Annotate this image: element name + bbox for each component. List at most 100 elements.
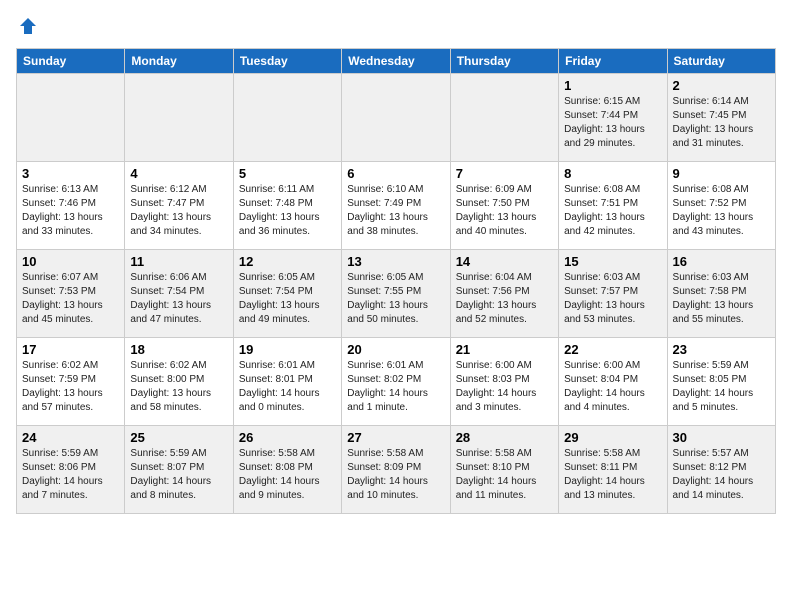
calendar-cell-3-2: 11Sunrise: 6:06 AM Sunset: 7:54 PM Dayli… bbox=[125, 250, 233, 338]
day-number: 24 bbox=[22, 430, 119, 445]
cell-text: Sunrise: 6:03 AM Sunset: 7:57 PM Dayligh… bbox=[564, 271, 661, 327]
week-row-3: 10 Sunrise: 6:07 AM Sunset: 7:53 PM Dayli… bbox=[17, 250, 776, 338]
day-number: 3 bbox=[22, 166, 119, 181]
cell-text: Sunrise: 6:14 AM Sunset: 7:45 PM Dayligh… bbox=[673, 95, 770, 151]
calendar-cell-2-1: 3 Sunrise: 6:13 AM Sunset: 7:46 PM Daylig… bbox=[17, 162, 125, 250]
logo bbox=[16, 16, 38, 36]
calendar-cell-2-2: 4 Sunrise: 6:12 AM Sunset: 7:47 PM Daylig… bbox=[125, 162, 233, 250]
calendar-cell-3-6: 15 Sunrise: 6:03 AM Sunset: 7:57 PM Dayli… bbox=[559, 250, 667, 338]
calendar-cell-2-4: 6Sunrise: 6:10 AM Sunset: 7:49 PM Daylig… bbox=[342, 162, 450, 250]
day-number: 15 bbox=[564, 254, 661, 269]
cell-text: Sunrise: 6:15 AM Sunset: 7:44 PM Dayligh… bbox=[564, 95, 661, 151]
calendar-cell-4-3: 19 Sunrise: 6:01 AM Sunset: 8:01 PM Dayli… bbox=[233, 338, 341, 426]
cell-text: Sunrise: 6:13 AM Sunset: 7:46 PM Dayligh… bbox=[22, 183, 119, 239]
day-number: 9 bbox=[673, 166, 770, 181]
day-number: 12 bbox=[239, 254, 336, 269]
cell-text: Sunrise: 6:07 AM Sunset: 7:53 PM Dayligh… bbox=[22, 271, 119, 327]
day-number: 23 bbox=[673, 342, 770, 357]
calendar-cell-4-6: 22 Sunrise: 6:00 AM Sunset: 8:04 PM Dayli… bbox=[559, 338, 667, 426]
calendar-cell-2-5: 7 Sunrise: 6:09 AM Sunset: 7:50 PM Daylig… bbox=[450, 162, 558, 250]
calendar-cell-5-3: 26 Sunrise: 5:58 AM Sunset: 8:08 PM Dayli… bbox=[233, 426, 341, 514]
calendar-cell-1-6: 1 Sunrise: 6:15 AM Sunset: 7:44 PM Daylig… bbox=[559, 74, 667, 162]
day-number: 22 bbox=[564, 342, 661, 357]
logo-icon bbox=[18, 16, 38, 36]
day-number: 30 bbox=[673, 430, 770, 445]
cell-text: Sunrise: 6:02 AM Sunset: 7:59 PM Dayligh… bbox=[22, 359, 119, 415]
day-number: 13 bbox=[347, 254, 444, 269]
weekday-header-friday: Friday bbox=[559, 49, 667, 74]
cell-text: Sunrise: 6:12 AM Sunset: 7:47 PM Dayligh… bbox=[130, 183, 227, 239]
calendar-cell-1-4 bbox=[342, 74, 450, 162]
cell-text: Sunrise: 6:00 AM Sunset: 8:04 PM Dayligh… bbox=[564, 359, 661, 415]
calendar-cell-3-3: 12 Sunrise: 6:05 AM Sunset: 7:54 PM Dayli… bbox=[233, 250, 341, 338]
cell-text: Sunrise: 5:58 AM Sunset: 8:11 PM Dayligh… bbox=[564, 447, 661, 503]
day-number: 20 bbox=[347, 342, 444, 357]
cell-text: Sunrise: 5:58 AM Sunset: 8:08 PM Dayligh… bbox=[239, 447, 336, 503]
weekday-header-row: SundayMondayTuesdayWednesdayThursdayFrid… bbox=[17, 49, 776, 74]
cell-text: Sunrise: 6:09 AM Sunset: 7:50 PM Dayligh… bbox=[456, 183, 553, 239]
day-number: 16 bbox=[673, 254, 770, 269]
calendar-cell-5-5: 28Sunrise: 5:58 AM Sunset: 8:10 PM Dayli… bbox=[450, 426, 558, 514]
day-number: 26 bbox=[239, 430, 336, 445]
day-number: 25 bbox=[130, 430, 227, 445]
day-number: 14 bbox=[456, 254, 553, 269]
weekday-header-saturday: Saturday bbox=[667, 49, 775, 74]
day-number: 4 bbox=[130, 166, 227, 181]
cell-text: Sunrise: 6:01 AM Sunset: 8:01 PM Dayligh… bbox=[239, 359, 336, 415]
day-number: 27 bbox=[347, 430, 444, 445]
calendar-cell-4-4: 20 Sunrise: 6:01 AM Sunset: 8:02 PM Dayli… bbox=[342, 338, 450, 426]
calendar-cell-5-1: 24Sunrise: 5:59 AM Sunset: 8:06 PM Dayli… bbox=[17, 426, 125, 514]
cell-text: Sunrise: 5:57 AM Sunset: 8:12 PM Dayligh… bbox=[673, 447, 770, 503]
week-row-4: 17 Sunrise: 6:02 AM Sunset: 7:59 PM Dayli… bbox=[17, 338, 776, 426]
day-number: 17 bbox=[22, 342, 119, 357]
calendar-cell-1-7: 2 Sunrise: 6:14 AM Sunset: 7:45 PM Daylig… bbox=[667, 74, 775, 162]
calendar-cell-5-2: 25 Sunrise: 5:59 AM Sunset: 8:07 PM Dayli… bbox=[125, 426, 233, 514]
weekday-header-monday: Monday bbox=[125, 49, 233, 74]
header bbox=[16, 16, 776, 36]
calendar-cell-4-5: 21Sunrise: 6:00 AM Sunset: 8:03 PM Dayli… bbox=[450, 338, 558, 426]
cell-text: Sunrise: 6:10 AM Sunset: 7:49 PM Dayligh… bbox=[347, 183, 444, 239]
day-number: 5 bbox=[239, 166, 336, 181]
calendar-cell-1-5 bbox=[450, 74, 558, 162]
cell-text: Sunrise: 6:01 AM Sunset: 8:02 PM Dayligh… bbox=[347, 359, 444, 415]
calendar-cell-3-5: 14 Sunrise: 6:04 AM Sunset: 7:56 PM Dayli… bbox=[450, 250, 558, 338]
weekday-header-tuesday: Tuesday bbox=[233, 49, 341, 74]
day-number: 10 bbox=[22, 254, 119, 269]
day-number: 21 bbox=[456, 342, 553, 357]
day-number: 1 bbox=[564, 78, 661, 93]
cell-text: Sunrise: 6:02 AM Sunset: 8:00 PM Dayligh… bbox=[130, 359, 227, 415]
calendar-cell-4-1: 17 Sunrise: 6:02 AM Sunset: 7:59 PM Dayli… bbox=[17, 338, 125, 426]
calendar-cell-1-3 bbox=[233, 74, 341, 162]
day-number: 11 bbox=[130, 254, 227, 269]
day-number: 7 bbox=[456, 166, 553, 181]
calendar-cell-3-1: 10 Sunrise: 6:07 AM Sunset: 7:53 PM Dayli… bbox=[17, 250, 125, 338]
cell-text: Sunrise: 6:03 AM Sunset: 7:58 PM Dayligh… bbox=[673, 271, 770, 327]
calendar-cell-2-3: 5 Sunrise: 6:11 AM Sunset: 7:48 PM Daylig… bbox=[233, 162, 341, 250]
week-row-1: 1 Sunrise: 6:15 AM Sunset: 7:44 PM Daylig… bbox=[17, 74, 776, 162]
cell-text: Sunrise: 5:59 AM Sunset: 8:05 PM Dayligh… bbox=[673, 359, 770, 415]
cell-text: Sunrise: 6:08 AM Sunset: 7:51 PM Dayligh… bbox=[564, 183, 661, 239]
day-number: 28 bbox=[456, 430, 553, 445]
calendar-table: SundayMondayTuesdayWednesdayThursdayFrid… bbox=[16, 48, 776, 514]
cell-text: Sunrise: 6:11 AM Sunset: 7:48 PM Dayligh… bbox=[239, 183, 336, 239]
weekday-header-thursday: Thursday bbox=[450, 49, 558, 74]
cell-text: Sunrise: 6:05 AM Sunset: 7:55 PM Dayligh… bbox=[347, 271, 444, 327]
cell-text: Sunrise: 6:08 AM Sunset: 7:52 PM Dayligh… bbox=[673, 183, 770, 239]
day-number: 18 bbox=[130, 342, 227, 357]
page: SundayMondayTuesdayWednesdayThursdayFrid… bbox=[0, 0, 792, 530]
cell-text: Sunrise: 6:04 AM Sunset: 7:56 PM Dayligh… bbox=[456, 271, 553, 327]
weekday-header-sunday: Sunday bbox=[17, 49, 125, 74]
cell-text: Sunrise: 5:58 AM Sunset: 8:09 PM Dayligh… bbox=[347, 447, 444, 503]
calendar-cell-3-7: 16 Sunrise: 6:03 AM Sunset: 7:58 PM Dayli… bbox=[667, 250, 775, 338]
calendar-cell-1-1 bbox=[17, 74, 125, 162]
week-row-5: 24Sunrise: 5:59 AM Sunset: 8:06 PM Dayli… bbox=[17, 426, 776, 514]
calendar-cell-5-4: 27 Sunrise: 5:58 AM Sunset: 8:09 PM Dayli… bbox=[342, 426, 450, 514]
day-number: 29 bbox=[564, 430, 661, 445]
calendar-cell-4-2: 18 Sunrise: 6:02 AM Sunset: 8:00 PM Dayli… bbox=[125, 338, 233, 426]
day-number: 19 bbox=[239, 342, 336, 357]
calendar-cell-2-7: 9 Sunrise: 6:08 AM Sunset: 7:52 PM Daylig… bbox=[667, 162, 775, 250]
cell-text: Sunrise: 6:05 AM Sunset: 7:54 PM Dayligh… bbox=[239, 271, 336, 327]
day-number: 2 bbox=[673, 78, 770, 93]
calendar-cell-5-6: 29 Sunrise: 5:58 AM Sunset: 8:11 PM Dayli… bbox=[559, 426, 667, 514]
cell-text: Sunrise: 5:59 AM Sunset: 8:07 PM Dayligh… bbox=[130, 447, 227, 503]
